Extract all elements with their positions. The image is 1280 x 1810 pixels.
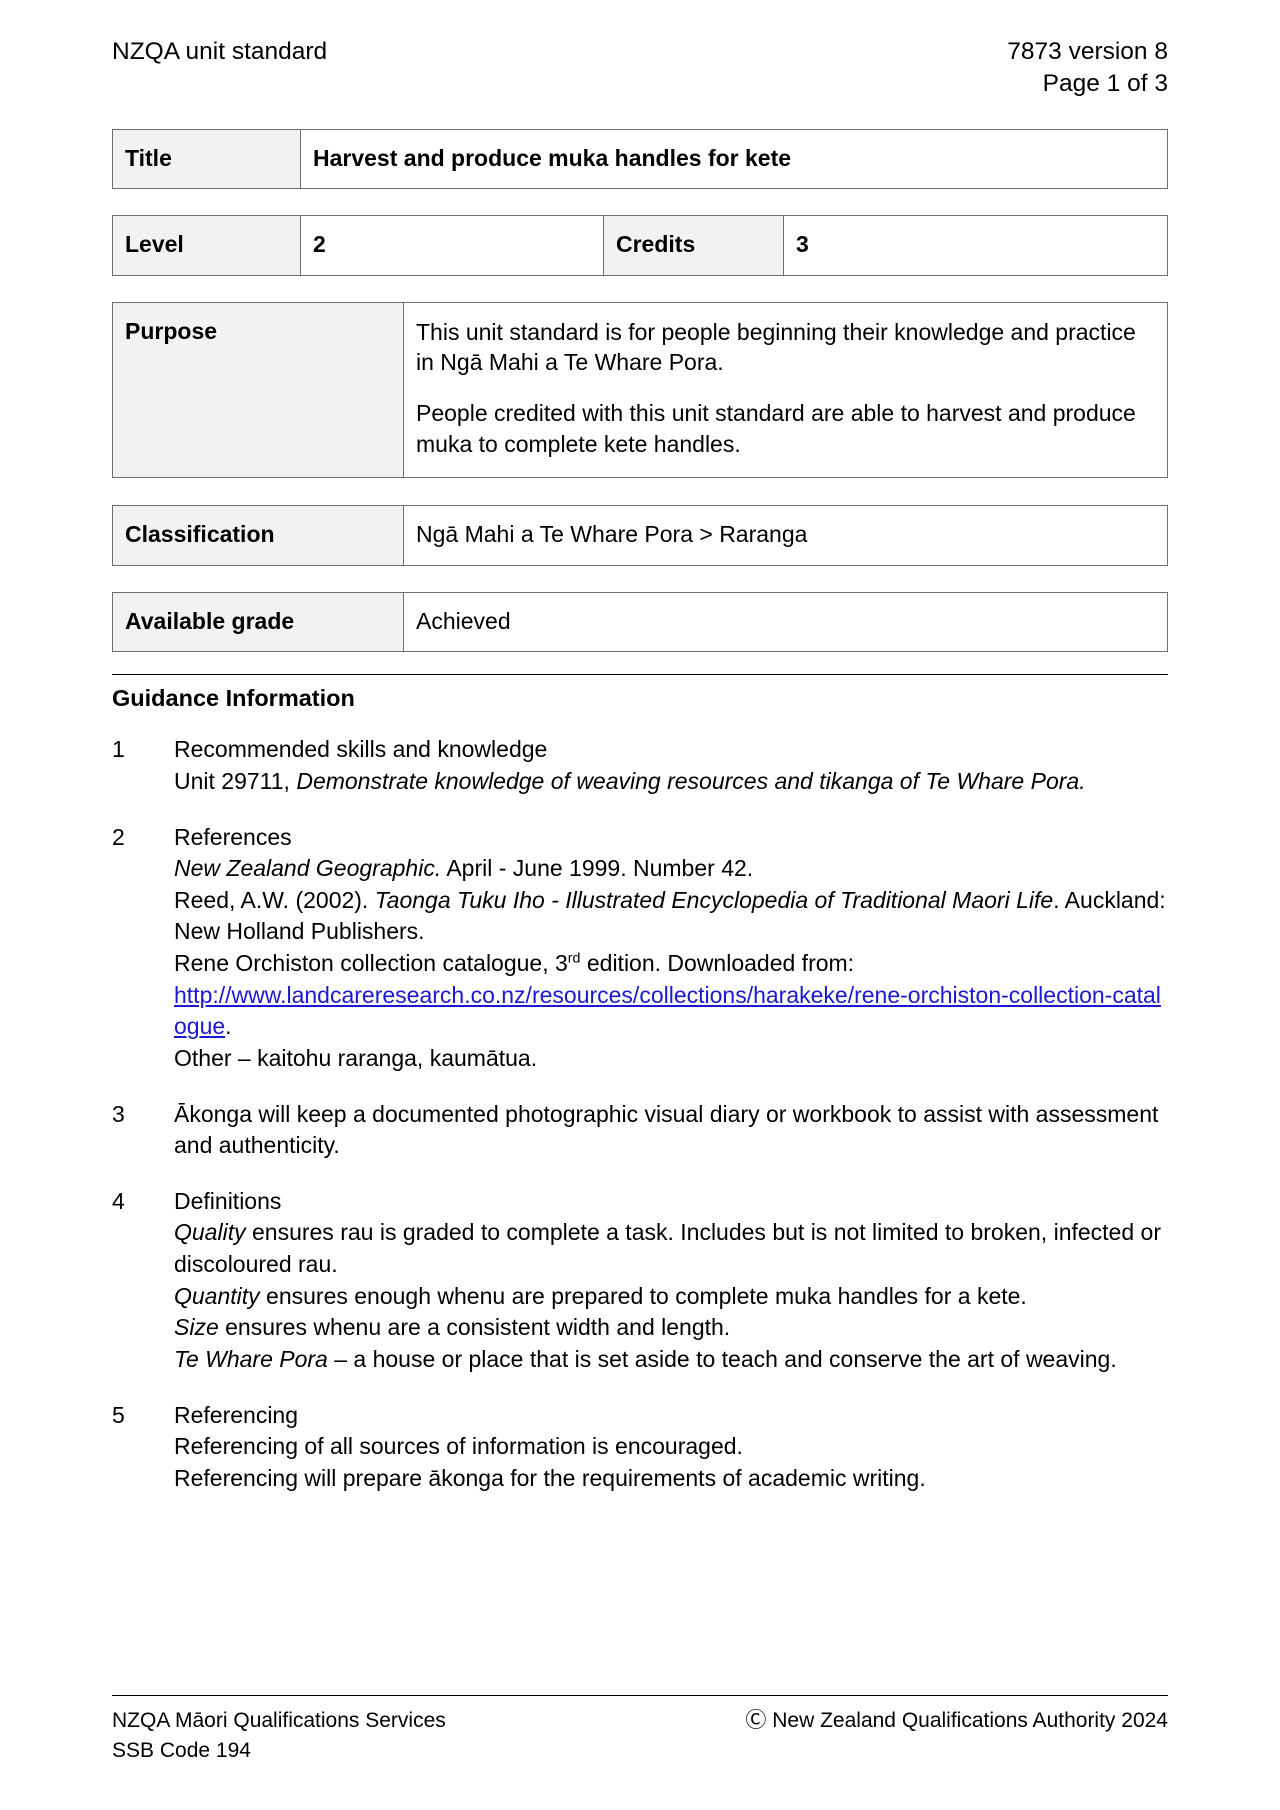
classification-table: Classification Ngā Mahi a Te Whare Pora …: [112, 505, 1168, 566]
definition-te-whare-pora-term: Te Whare Pora: [174, 1345, 328, 1372]
table-row: Title Harvest and produce muka handles f…: [112, 128, 1168, 190]
guidance-item-2-body: References New Zealand Geographic. April…: [174, 822, 1168, 1075]
document-footer: NZQA Māori Qualifications Services SSB C…: [112, 1695, 1168, 1766]
reference-2: Reed, A.W. (2002). Taonga Tuku Iho - Ill…: [174, 885, 1168, 948]
landcare-research-link[interactable]: http://www.landcareresearch.co.nz/resour…: [174, 982, 1161, 1040]
referencing-line-2: Referencing will prepare ākonga for the …: [174, 1464, 926, 1491]
credits-value: 3: [783, 215, 1168, 276]
unit-ref-plain: Unit 29711,: [174, 767, 297, 794]
guidance-item-3: 3 Ākonga will keep a documented photogra…: [112, 1099, 1168, 1162]
footer-organisation: NZQA Māori Qualifications Services: [112, 1709, 446, 1733]
guidance-item-1-number: 1: [112, 736, 125, 763]
classification-label: Classification: [112, 505, 404, 566]
title-value-text: Harvest and produce muka handles for ket…: [313, 144, 792, 171]
reference-3-suffix: edition. Downloaded from:: [580, 950, 855, 977]
guidance-item-1: 1 Recommended skills and knowledge Unit …: [112, 734, 1168, 797]
definition-size: Size ensures whenu are a consistent widt…: [174, 1312, 1168, 1344]
document-page: NZQA unit standard 7873 version 8 Page 1…: [0, 0, 1280, 1810]
reference-3: Rene Orchiston collection catalogue, 3rd…: [174, 948, 1168, 980]
footer-copyright: Ⓒ New Zealand Qualifications Authority 2…: [745, 1709, 1168, 1733]
title-value: Harvest and produce muka handles for ket…: [300, 128, 1168, 190]
guidance-divider: [112, 674, 1168, 676]
guidance-item-5: 5 Referencing Referencing of all sources…: [112, 1400, 1168, 1495]
references-heading: References: [174, 823, 292, 850]
guidance-item-4-body: Definitions Quality ensures rau is grade…: [174, 1186, 1168, 1376]
reference-3-ordinal: rd: [567, 950, 581, 967]
definition-te-whare-pora-text: – a house or place that is set aside to …: [327, 1345, 1117, 1372]
credits-label: Credits: [603, 215, 784, 276]
guidance-item-5-number: 5: [112, 1401, 125, 1428]
credits-value-text: 3: [796, 231, 809, 258]
table-row: Level 2 Credits 3: [112, 215, 1168, 276]
referencing-heading: Referencing: [174, 1401, 299, 1428]
definition-quality-text: ensures rau is graded to complete a task…: [174, 1219, 1161, 1278]
guidance-item-3-number: 3: [112, 1100, 125, 1127]
level-credits-table: Level 2 Credits 3: [112, 215, 1168, 276]
classification-value: Ngā Mahi a Te Whare Pora > Raranga: [403, 505, 1168, 566]
header-right-block: 7873 version 8 Page 1 of 3: [1007, 36, 1168, 101]
reference-3-url-line: http://www.landcareresearch.co.nz/resour…: [174, 980, 1168, 1043]
footer-left: NZQA Māori Qualifications Services SSB C…: [112, 1706, 446, 1766]
guidance-item-5-body: Referencing Referencing of all sources o…: [174, 1400, 1168, 1495]
purpose-paragraph-1: This unit standard is for people beginni…: [416, 318, 1136, 376]
definition-quantity: Quantity ensures enough whenu are prepar…: [174, 1281, 1168, 1313]
reference-3-period: .: [225, 1013, 232, 1040]
reference-1-detail: April - June 1999. Number 42.: [441, 855, 754, 882]
level-value: 2: [300, 215, 604, 276]
page-number: Page 1 of 3: [1042, 70, 1168, 98]
level-label: Level: [112, 215, 301, 276]
footer-divider: [112, 1695, 1168, 1697]
recommended-skills-heading: Recommended skills and knowledge: [174, 736, 548, 763]
purpose-value: This unit standard is for people beginni…: [403, 301, 1168, 479]
unit-ref-title: Demonstrate knowledge of weaving resourc…: [296, 767, 1086, 794]
level-value-text: 2: [313, 231, 326, 258]
footer-row: NZQA Māori Qualifications Services SSB C…: [112, 1706, 1168, 1766]
available-grade-label: Available grade: [112, 591, 404, 653]
guidance-item-2-number: 2: [112, 823, 125, 850]
guidance-item-4: 4 Definitions Quality ensures rau is gra…: [112, 1186, 1168, 1376]
header-left-label: NZQA unit standard: [112, 38, 328, 65]
recommended-skills-unit: Unit 29711, Demonstrate knowledge of wea…: [174, 766, 1168, 798]
definition-quantity-term: Quantity: [174, 1282, 260, 1309]
referencing-line-1: Referencing of all sources of informatio…: [174, 1433, 743, 1460]
definition-quality-term: Quality: [174, 1219, 246, 1246]
definition-size-text: ensures whenu are a consistent width and…: [218, 1314, 731, 1341]
footer-ssb-code: SSB Code 194: [112, 1739, 251, 1763]
available-grade-table: Available grade Achieved: [112, 591, 1168, 653]
definition-quantity-text: ensures enough whenu are prepared to com…: [259, 1282, 1027, 1309]
purpose-table: Purpose This unit standard is for people…: [112, 301, 1168, 479]
purpose-paragraph-2: People credited with this unit standard …: [416, 399, 1136, 457]
reference-2-title: Taonga Tuku Iho - Illustrated Encycloped…: [374, 886, 1054, 913]
table-row: Classification Ngā Mahi a Te Whare Pora …: [112, 505, 1168, 566]
document-header: NZQA unit standard 7873 version 8 Page 1…: [112, 36, 1168, 101]
guidance-heading: Guidance Information: [112, 685, 355, 712]
reference-4: Other – kaitohu raranga, kaumātua.: [174, 1044, 538, 1071]
unit-version: 7873 version 8: [1007, 38, 1168, 65]
title-label: Title: [112, 128, 301, 190]
reference-2-author: Reed, A.W. (2002).: [174, 886, 375, 913]
purpose-label: Purpose: [112, 301, 404, 479]
title-table: Title Harvest and produce muka handles f…: [112, 128, 1168, 190]
available-grade-value: Achieved: [403, 591, 1168, 653]
guidance-item-2: 2 References New Zealand Geographic. Apr…: [112, 822, 1168, 1075]
guidance-item-4-number: 4: [112, 1187, 125, 1214]
reference-1-title: New Zealand Geographic.: [174, 855, 442, 882]
reference-3-prefix: Rene Orchiston collection catalogue, 3: [174, 950, 568, 977]
table-row: Purpose This unit standard is for people…: [112, 301, 1168, 479]
akonga-diary-text: Ākonga will keep a documented photograph…: [174, 1100, 1159, 1159]
guidance-item-1-body: Recommended skills and knowledge Unit 29…: [174, 734, 1168, 797]
table-row: Available grade Achieved: [112, 591, 1168, 653]
definition-te-whare-pora: Te Whare Pora – a house or place that is…: [174, 1344, 1168, 1376]
definitions-heading: Definitions: [174, 1187, 282, 1214]
reference-1: New Zealand Geographic. April - June 199…: [174, 853, 1168, 885]
guidance-item-3-body: Ākonga will keep a documented photograph…: [174, 1099, 1168, 1162]
definition-size-term: Size: [174, 1314, 219, 1341]
definition-quality: Quality ensures rau is graded to complet…: [174, 1217, 1168, 1280]
